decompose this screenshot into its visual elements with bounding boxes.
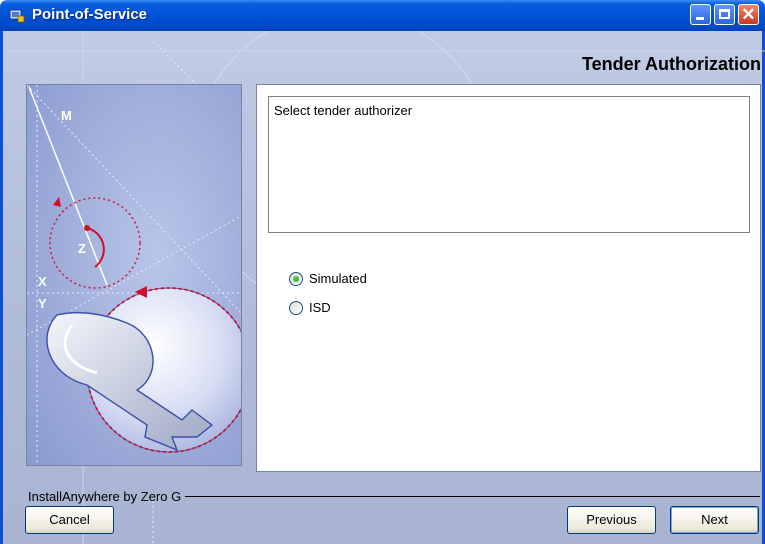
- cancel-button[interactable]: Cancel: [25, 506, 114, 534]
- radio-isd[interactable]: ISD: [289, 300, 331, 315]
- next-button[interactable]: Next: [670, 506, 759, 534]
- panel-title: Tender Authorization: [582, 54, 761, 74]
- title-bar[interactable]: Point-of-Service ✕: [0, 0, 765, 31]
- wizard-illustration: M Z X Y: [26, 84, 242, 466]
- radio-isd-label: ISD: [309, 300, 331, 315]
- radio-unselected-icon[interactable]: [289, 300, 303, 315]
- brand-label: InstallAnywhere by Zero G: [28, 489, 182, 504]
- divider: [185, 496, 760, 497]
- app-icon: [9, 9, 25, 23]
- close-icon: ✕: [741, 5, 756, 24]
- description-box: Select tender authorizer: [268, 96, 750, 233]
- axis-label-z: Z: [78, 241, 86, 256]
- minimize-button[interactable]: [690, 4, 711, 25]
- close-button[interactable]: ✕: [738, 4, 759, 25]
- radio-dot-icon: [293, 275, 299, 282]
- axis-label-y: Y: [38, 296, 47, 311]
- radio-selected-icon[interactable]: [289, 271, 303, 286]
- minimize-icon: [696, 17, 704, 20]
- window-title: Point-of-Service: [32, 6, 148, 23]
- axis-label-x: X: [38, 274, 47, 289]
- maximize-button[interactable]: [714, 4, 735, 25]
- previous-button[interactable]: Previous: [567, 506, 656, 534]
- radio-simulated[interactable]: Simulated: [289, 271, 367, 286]
- content-panel: Select tender authorizer Simulated ISD: [256, 84, 761, 472]
- maximize-icon: [719, 9, 730, 19]
- installer-window: Point-of-Service ✕ Tender Authorization: [0, 0, 765, 544]
- radio-simulated-label: Simulated: [309, 271, 367, 286]
- wrench-illustration-icon: M Z X Y: [27, 85, 241, 465]
- axis-label-m: M: [61, 108, 72, 123]
- footer-brand-row: InstallAnywhere by Zero G: [28, 489, 760, 504]
